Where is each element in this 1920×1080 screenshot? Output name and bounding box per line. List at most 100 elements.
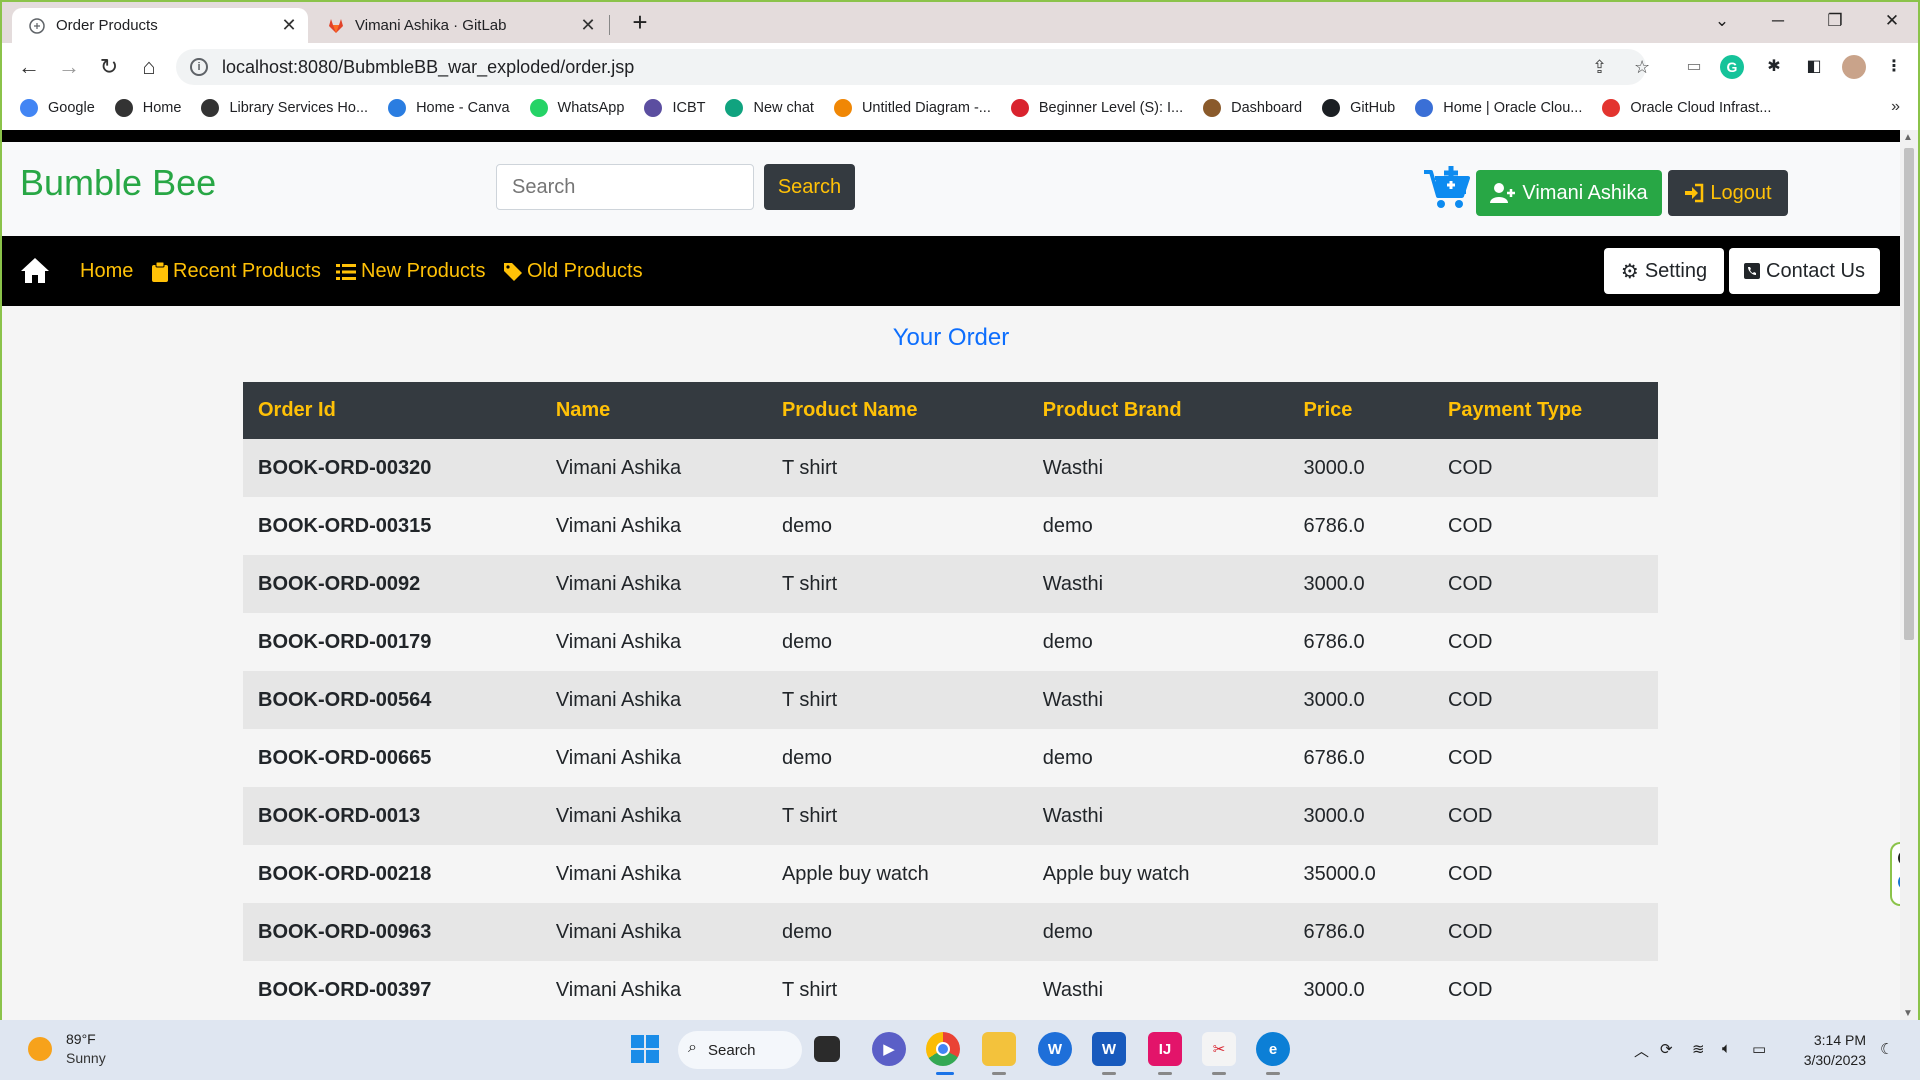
scroll-up-arrow-icon[interactable]: ▲ [1903,132,1913,143]
notifications-moon-icon[interactable]: ☾ [1880,1040,1893,1058]
table-cell: 3000.0 [1288,439,1434,497]
chatgpt-icon [725,99,744,117]
site-header: Bumble Bee Search Vimani Ashika [2,142,1900,236]
weather-widget[interactable]: 89°F Sunny [28,1030,106,1068]
site-brand[interactable]: Bumble Bee [20,162,216,204]
bookmark-item[interactable]: WhatsApp [529,99,624,117]
nav-old-label: Old Products [527,260,643,282]
intellij-icon[interactable]: IJ [1148,1032,1182,1066]
sync-icon[interactable]: ⟳ [1660,1040,1673,1058]
site-info-icon[interactable]: i [190,58,208,76]
restore-button[interactable]: ❐ [1815,8,1855,34]
bookmark-item[interactable]: Library Services Ho... [201,99,368,117]
whatsapp-icon [529,99,548,117]
table-cell: BOOK-ORD-00564 [243,671,541,729]
home-icon[interactable] [20,256,50,289]
word-icon[interactable]: W [1092,1032,1126,1066]
table-cell: BOOK-ORD-00218 [243,845,541,903]
setting-button[interactable]: ⚙ Setting [1604,248,1724,294]
globe-icon [114,99,133,117]
close-window-button[interactable]: ✕ [1872,8,1912,34]
search-icon: ⌕ [688,1039,697,1056]
table-cell: Wasthi [1027,555,1289,613]
nav-new-products[interactable]: New Products [336,260,486,283]
bookmark-item[interactable]: Google [20,99,95,117]
nav-recent-label: Recent Products [173,260,321,282]
teams-chat-icon[interactable]: ▶ [872,1032,906,1066]
table-cell: 3000.0 [1288,787,1434,845]
column-header: Order Id [243,382,541,439]
bookmark-item[interactable]: Beginner Level (S): I... [1010,99,1183,117]
bookmark-item[interactable]: GitHub [1322,99,1395,117]
tab-gitlab[interactable]: Vimani Ashika · GitLab ✕ [317,8,607,43]
table-row: BOOK-ORD-0092 Vimani Ashika T shirt Wasthi 3… [243,555,1658,613]
logout-button[interactable]: Logout [1668,170,1788,216]
bookmark-item[interactable]: Untitled Diagram -... [833,99,991,117]
nav-home[interactable]: Home [80,260,133,283]
bookmark-item[interactable]: New chat [725,99,814,117]
file-explorer-icon[interactable] [982,1032,1016,1066]
chrome-icon[interactable] [926,1032,960,1066]
address-bar[interactable]: i localhost:8080/BubmbleBB_war_exploded/… [176,49,1646,85]
table-cell: 6786.0 [1288,613,1434,671]
bookmarks-overflow-icon[interactable]: » [1891,98,1900,116]
word-running-indicator [1102,1072,1116,1075]
table-row: BOOK-ORD-00564 Vimani Ashika T shirt Wasthi… [243,671,1658,729]
bookmark-item[interactable]: Home | Oracle Clou... [1415,99,1582,117]
nav-recent-products[interactable]: Recent Products [152,260,321,283]
search-button[interactable]: Search [764,164,855,210]
bookmark-item[interactable]: ICBT [644,99,705,117]
bookmark-label: Google [48,100,95,116]
search-input[interactable] [496,164,754,210]
snipping-tool-icon[interactable]: ✂ [1202,1032,1236,1066]
extensions-puzzle-icon[interactable]: ✱ [1762,55,1786,79]
scrollbar-thumb[interactable] [1904,148,1914,640]
side-panel-icon[interactable]: ◧ [1802,55,1826,79]
taskbar-search[interactable]: ⌕ Search [678,1031,802,1069]
bookmark-item[interactable]: Oracle Cloud Infrast... [1602,99,1771,117]
floating-extension-panel[interactable]: ✕ e [1890,842,1900,906]
wordpad-icon[interactable]: W [1038,1032,1072,1066]
minimize-button[interactable]: ─ [1758,8,1798,34]
page-scrollbar[interactable]: ▲ ▼ [1900,130,1918,1020]
tab-order-products[interactable]: Order Products ✕ [12,8,308,43]
bookmark-star-icon[interactable]: ☆ [1634,57,1650,78]
contact-us-button[interactable]: Contact Us [1729,248,1880,294]
share-icon[interactable]: ⇪ [1592,57,1607,78]
menu-kebab-icon[interactable]: ⋮ [1882,55,1906,79]
document-icon[interactable]: ▭ [1682,55,1706,79]
bookmark-item[interactable]: Home - Canva [388,99,510,117]
bookmark-label: GitHub [1350,100,1396,116]
back-button[interactable]: ← [13,51,45,83]
cart-icon[interactable] [1422,164,1472,210]
close-tab-icon[interactable]: ✕ [278,15,300,36]
bookmark-item[interactable]: Home [114,99,181,117]
home-button[interactable]: ⌂ [133,51,165,83]
table-cell: demo [1027,497,1289,555]
edge-icon[interactable]: e [1256,1032,1290,1066]
tab-search-chevron-icon[interactable]: ⌄ [1702,8,1742,34]
close-tab-icon[interactable]: ✕ [577,15,599,36]
new-tab-button[interactable]: + [626,8,654,38]
user-profile-button[interactable]: Vimani Ashika [1476,170,1662,216]
grammarly-icon[interactable]: G [1720,55,1744,79]
windows-start-icon[interactable] [628,1032,662,1066]
reload-button[interactable]: ↻ [93,51,125,83]
table-header-row: Order Id Name Product Name Product Brand Pri… [243,382,1658,439]
github-icon [1322,99,1341,117]
nav-old-products[interactable]: Old Products [504,260,643,283]
battery-icon[interactable]: ▭ [1752,1040,1766,1058]
table-row: BOOK-ORD-0013 Vimani Ashika T shirt Wasthi 3… [243,787,1658,845]
bookmark-item[interactable]: Dashboard [1203,99,1302,117]
forward-button[interactable]: → [53,51,85,83]
profile-avatar[interactable] [1842,55,1866,79]
system-clock[interactable]: 3:14 PM 3/30/2023 [1796,1030,1866,1070]
table-cell: COD [1433,439,1658,497]
tab-title: Vimani Ashika · GitLab [355,17,507,34]
tray-overflow-chevron-icon[interactable]: ︿ [1634,1040,1649,1061]
scroll-down-arrow-icon[interactable]: ▼ [1903,1008,1913,1019]
volume-icon[interactable]: 🔈︎ [1722,1040,1731,1057]
wifi-icon[interactable]: ≋ [1692,1040,1705,1058]
task-view-icon[interactable] [814,1036,840,1062]
table-cell: Vimani Ashika [540,961,767,1019]
